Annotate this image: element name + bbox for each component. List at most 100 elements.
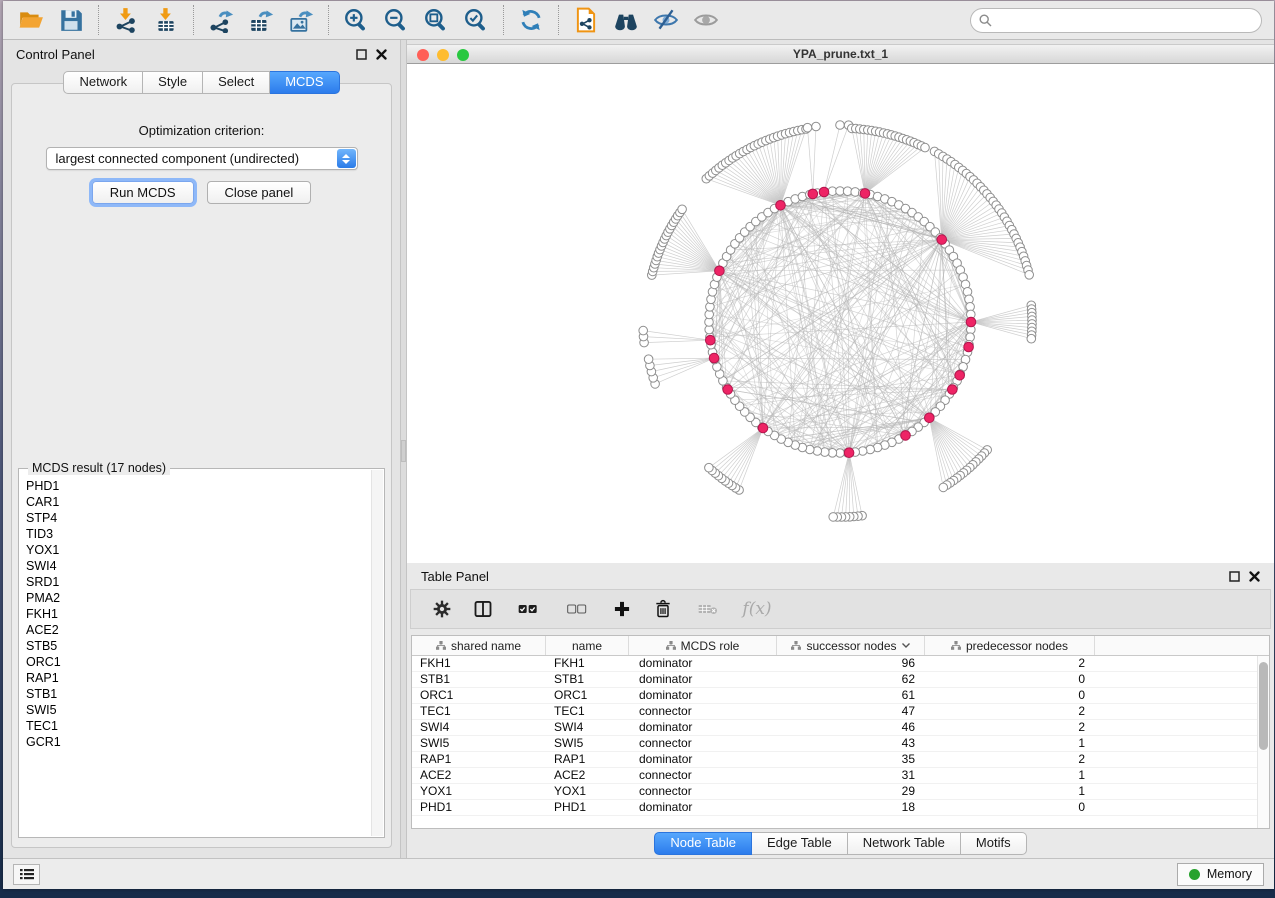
mcds-node[interactable] bbox=[715, 266, 725, 276]
mcds-result-item[interactable]: SWI4 bbox=[20, 558, 371, 574]
mcds-node[interactable] bbox=[955, 371, 965, 381]
table-cell[interactable]: FKH1 bbox=[546, 656, 629, 671]
table-cell[interactable]: SWI5 bbox=[546, 736, 629, 751]
mcds-result-item[interactable]: YOX1 bbox=[20, 542, 371, 558]
table-cell[interactable]: 61 bbox=[777, 688, 925, 703]
import-network-button[interactable] bbox=[106, 4, 146, 36]
network-node[interactable] bbox=[705, 463, 714, 472]
network-from-file-button[interactable] bbox=[566, 4, 606, 36]
mcds-result-item[interactable]: SRD1 bbox=[20, 574, 371, 590]
apply-layout-button[interactable] bbox=[511, 4, 551, 36]
import-table-button[interactable] bbox=[146, 4, 186, 36]
tab-motifs[interactable]: Motifs bbox=[961, 832, 1027, 855]
table-cell[interactable]: ORC1 bbox=[546, 688, 629, 703]
zoom-selected-button[interactable] bbox=[456, 4, 496, 36]
table-cell[interactable]: 1 bbox=[925, 736, 1095, 751]
table-cell[interactable]: PHD1 bbox=[546, 800, 629, 815]
tab-edge-table[interactable]: Edge Table bbox=[752, 832, 848, 855]
table-cell[interactable]: 0 bbox=[925, 800, 1095, 815]
tab-node-table[interactable]: Node Table bbox=[654, 832, 752, 855]
tab-select[interactable]: Select bbox=[203, 71, 270, 94]
network-node[interactable] bbox=[812, 122, 821, 131]
network-node[interactable] bbox=[678, 205, 687, 214]
network-node[interactable] bbox=[1027, 334, 1036, 343]
table-scrollbar-thumb[interactable] bbox=[1259, 662, 1268, 750]
table-cell[interactable]: ACE2 bbox=[546, 768, 629, 783]
table-cell[interactable]: 1 bbox=[925, 784, 1095, 799]
network-canvas[interactable] bbox=[407, 64, 1274, 563]
mcds-result-item[interactable]: TEC1 bbox=[20, 718, 371, 734]
table-cell[interactable]: SWI4 bbox=[412, 720, 546, 735]
table-cell[interactable]: RAP1 bbox=[412, 752, 546, 767]
network-node[interactable] bbox=[639, 326, 648, 335]
mcds-result-item[interactable]: SWI5 bbox=[20, 702, 371, 718]
table-cell[interactable]: dominator bbox=[629, 656, 777, 671]
select-all-button[interactable] bbox=[511, 596, 545, 622]
mcds-node[interactable] bbox=[819, 187, 829, 197]
close-panel-icon[interactable] bbox=[1249, 571, 1260, 582]
equation-builder-button[interactable]: f(x) bbox=[740, 596, 774, 622]
table-cell[interactable]: TEC1 bbox=[546, 704, 629, 719]
mcds-node[interactable] bbox=[758, 423, 768, 433]
mcds-node[interactable] bbox=[964, 342, 974, 352]
table-cell[interactable]: 35 bbox=[777, 752, 925, 767]
show-graphics-details-button[interactable] bbox=[686, 4, 726, 36]
window-close-button[interactable] bbox=[417, 49, 429, 61]
mcds-result-item[interactable]: ACE2 bbox=[20, 622, 371, 638]
table-cell[interactable]: 29 bbox=[777, 784, 925, 799]
close-panel-icon[interactable] bbox=[376, 49, 387, 60]
tab-mcds[interactable]: MCDS bbox=[270, 71, 339, 94]
zoom-in-button[interactable] bbox=[336, 4, 376, 36]
table-cell[interactable]: connector bbox=[629, 736, 777, 751]
table-cell[interactable]: RAP1 bbox=[546, 752, 629, 767]
column-header-shared-name[interactable]: shared name bbox=[412, 636, 546, 655]
table-cell[interactable]: dominator bbox=[629, 752, 777, 767]
mcds-list-scrollbar[interactable] bbox=[371, 470, 383, 836]
network-node[interactable] bbox=[644, 355, 653, 364]
table-cell[interactable]: connector bbox=[629, 704, 777, 719]
export-table-button[interactable] bbox=[241, 4, 281, 36]
mcds-result-item[interactable]: TID3 bbox=[20, 526, 371, 542]
table-cell[interactable]: 2 bbox=[925, 752, 1095, 767]
mcds-result-item[interactable]: STB5 bbox=[20, 638, 371, 654]
deselect-all-button[interactable] bbox=[560, 596, 594, 622]
table-cell[interactable]: STB1 bbox=[412, 672, 546, 687]
mcds-result-item[interactable]: ORC1 bbox=[20, 654, 371, 670]
column-header-MCDS-role[interactable]: MCDS role bbox=[629, 636, 777, 655]
table-cell[interactable]: 2 bbox=[925, 656, 1095, 671]
close-panel-button[interactable]: Close panel bbox=[207, 181, 312, 204]
mcds-result-item[interactable]: GCR1 bbox=[20, 734, 371, 750]
network-node[interactable] bbox=[829, 513, 838, 522]
table-cell[interactable]: 2 bbox=[925, 704, 1095, 719]
mcds-result-item[interactable]: CAR1 bbox=[20, 494, 371, 510]
search-input[interactable] bbox=[970, 8, 1262, 33]
table-cell[interactable]: connector bbox=[629, 784, 777, 799]
table-row[interactable]: STB1STB1dominator620 bbox=[412, 672, 1269, 688]
table-cell[interactable]: 43 bbox=[777, 736, 925, 751]
create-column-button[interactable] bbox=[609, 596, 635, 622]
mcds-node[interactable] bbox=[901, 431, 911, 441]
panel-splitter[interactable] bbox=[400, 40, 407, 858]
table-cell[interactable]: 2 bbox=[925, 720, 1095, 735]
column-header-name[interactable]: name bbox=[546, 636, 629, 655]
table-row[interactable]: RAP1RAP1dominator352 bbox=[412, 752, 1269, 768]
table-cell[interactable]: SWI4 bbox=[546, 720, 629, 735]
table-row[interactable]: TEC1TEC1connector472 bbox=[412, 704, 1269, 720]
table-cell[interactable]: 1 bbox=[925, 768, 1095, 783]
mcds-node[interactable] bbox=[844, 448, 854, 458]
open-file-button[interactable] bbox=[11, 4, 51, 36]
table-row[interactable]: SWI5SWI5connector431 bbox=[412, 736, 1269, 752]
hide-selected-button[interactable] bbox=[646, 4, 686, 36]
table-cell[interactable]: 0 bbox=[925, 688, 1095, 703]
mcds-node[interactable] bbox=[709, 353, 719, 363]
float-panel-icon[interactable] bbox=[1229, 571, 1240, 582]
save-session-button[interactable] bbox=[51, 4, 91, 36]
table-cell[interactable]: dominator bbox=[629, 720, 777, 735]
delete-table-button[interactable] bbox=[691, 596, 725, 622]
network-view[interactable] bbox=[407, 64, 1274, 563]
table-row[interactable]: ORC1ORC1dominator610 bbox=[412, 688, 1269, 704]
table-cell[interactable]: 47 bbox=[777, 704, 925, 719]
table-cell[interactable]: ORC1 bbox=[412, 688, 546, 703]
export-image-button[interactable] bbox=[281, 4, 321, 36]
table-options-button[interactable] bbox=[429, 596, 455, 622]
